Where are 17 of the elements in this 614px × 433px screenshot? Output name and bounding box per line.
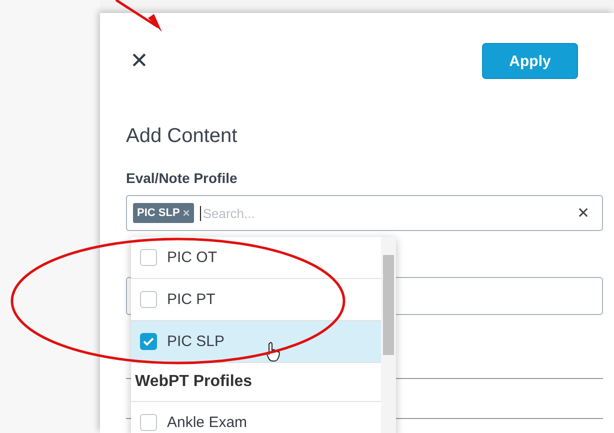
check-icon	[143, 337, 154, 346]
dropdown-option[interactable]: PIC PT	[131, 279, 381, 321]
hand-cursor-icon	[266, 342, 280, 362]
panel-title: Add Content	[126, 125, 238, 148]
checkbox[interactable]	[140, 333, 157, 350]
profile-field[interactable]: PIC SLP × Search... ✕	[126, 195, 603, 231]
checkbox[interactable]	[140, 291, 157, 308]
clear-button[interactable]: ✕	[571, 203, 596, 223]
dropdown-option[interactable]: PIC OT	[131, 237, 381, 279]
scrollbar[interactable]	[381, 237, 396, 433]
dropdown-option[interactable]: PIC SLP	[131, 321, 381, 363]
checkbox[interactable]	[140, 414, 157, 431]
annotation-arrow	[114, 0, 164, 34]
close-button[interactable]: ✕	[126, 50, 152, 72]
checkbox[interactable]	[140, 249, 157, 266]
selected-chip[interactable]: PIC SLP ×	[133, 203, 194, 223]
field-label: Eval/Note Profile	[126, 170, 238, 186]
